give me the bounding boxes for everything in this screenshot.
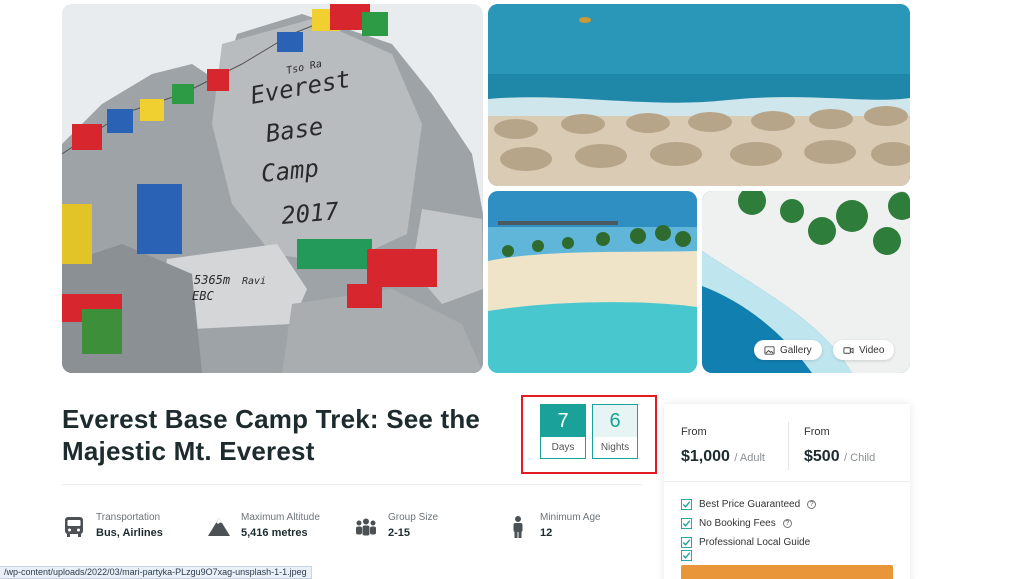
feature-label: Professional Local Guide [699,537,811,548]
svg-text:5365m: 5365m [194,273,230,287]
adult-price: From $1,000 / Adult [681,426,765,466]
price-card: From $1,000 / Adult From $500 / Child Be… [664,404,910,579]
info-label: Transportation [96,512,161,523]
mountain-icon [208,518,230,536]
checkbox-check-icon [681,537,692,548]
days-label: Days [551,442,575,453]
group-icon [356,518,376,536]
child-price: From $500 / Child [804,426,875,466]
gallery-button-label: Gallery [780,344,812,356]
feature-no-booking-fees: No Booking Fees ? [681,518,792,529]
duration-nights: 6 Nights [592,404,638,459]
svg-text:EBC: EBC [192,289,214,303]
person-icon [513,516,523,538]
checkbox-check-icon [681,550,692,561]
status-bar-url: /wp-content/uploads/2022/03/mari-partyka… [0,566,312,579]
duration-days: 7 Days [540,404,586,459]
bus-icon [65,517,83,537]
book-now-button[interactable] [681,565,893,579]
info-value: 12 [540,527,553,539]
main-photo-everest-base-camp[interactable]: Everest Base Camp 2017 5365m EBC Ravi Ts… [62,4,483,373]
photo-lagoon-beach[interactable] [488,191,697,373]
feature-local-guide: Professional Local Guide [681,537,810,548]
image-icon [764,345,775,355]
info-label: Maximum Altitude [241,512,320,523]
feature-best-price: Best Price Guaranteed ? [681,499,817,510]
info-value: 2-15 [388,527,411,539]
checkbox-check-icon [681,499,692,510]
feature-label: No Booking Fees [699,518,776,529]
feature-label: Best Price Guaranteed [699,499,801,510]
info-minimum-age: Minimum Age 12 [506,512,601,539]
help-icon[interactable]: ? [782,519,792,528]
svg-text:Ravi: Ravi [242,276,266,287]
info-separator [62,484,642,485]
svg-text:2017: 2017 [280,197,341,230]
trip-title: Everest Base Camp Trek: See the Majestic… [62,404,481,466]
info-maximum-altitude: Maximum Altitude 5,416 metres [207,512,320,539]
help-icon[interactable]: ? [807,500,817,509]
adult-price-amount: $1,000 [681,448,730,465]
video-camera-icon [843,346,854,354]
info-transportation: Transportation Bus, Airlines [62,512,163,539]
info-group-size: Group Size 2-15 [354,512,438,539]
days-value: 7 [541,405,585,437]
child-price-amount: $500 [804,448,840,465]
child-price-unit: / Child [844,452,876,464]
nights-label: Nights [600,442,630,453]
price-divider [788,422,789,470]
nights-value: 6 [593,405,637,437]
child-from-label: From [804,426,830,438]
info-label: Minimum Age [540,512,601,523]
checkbox-check-icon [681,518,692,529]
photo-beach-umbrellas[interactable] [488,4,910,186]
video-button[interactable]: Video [833,340,895,360]
video-button-label: Video [859,344,885,356]
adult-price-unit: / Adult [734,452,765,464]
price-separator [664,481,910,482]
info-value: Bus, Airlines [96,527,163,539]
info-value: 5,416 metres [241,527,308,539]
gallery-button[interactable]: Gallery [754,340,822,360]
adult-from-label: From [681,426,707,438]
info-label: Group Size [388,512,439,523]
